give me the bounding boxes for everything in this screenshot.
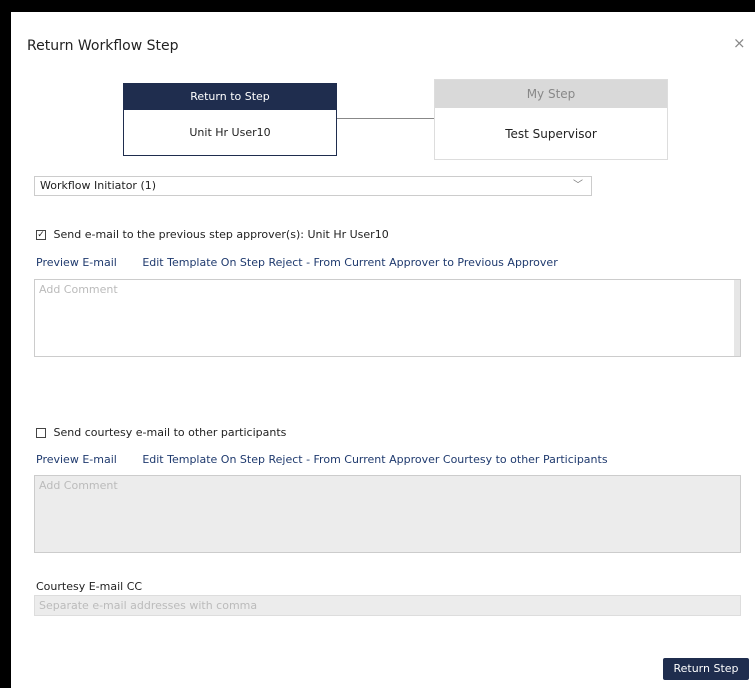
courtesy-preview-email-link[interactable]: Preview E-mail [36,453,117,466]
send-email-links: Preview E-mail Edit Template On Step Rej… [36,256,558,269]
return-step-select[interactable]: Workflow Initiator (1) ﹀ [34,176,592,196]
return-step-select-value: Workflow Initiator (1) [40,179,157,192]
courtesy-edit-template-link[interactable]: Edit Template On Step Reject - From Curr… [142,453,607,466]
return-workflow-dialog: Return Workflow Step × Return to Step Un… [11,12,755,688]
return-to-step-header: Return to Step [124,84,336,110]
send-email-label: Send e-mail to the previous step approve… [53,228,389,241]
courtesy-email-row: Send courtesy e-mail to other participan… [36,426,286,439]
return-to-step-card: Return to Step Unit Hr User10 [123,83,337,156]
preview-email-link[interactable]: Preview E-mail [36,256,117,269]
my-step-card: My Step Test Supervisor [434,79,668,160]
courtesy-email-label: Send courtesy e-mail to other participan… [53,426,287,439]
return-to-step-name: Unit Hr User10 [189,126,271,139]
edit-template-link[interactable]: Edit Template On Step Reject - From Curr… [142,256,557,269]
comment-scrollbar[interactable] [734,280,740,356]
comment-placeholder: Add Comment [39,283,118,296]
courtesy-email-links: Preview E-mail Edit Template On Step Rej… [36,453,608,466]
courtesy-cc-label: Courtesy E-mail CC [36,580,143,593]
send-email-checkbox[interactable]: ✓ [36,230,46,240]
courtesy-email-checkbox[interactable] [36,428,46,438]
dialog-title: Return Workflow Step [27,38,179,54]
send-email-row: ✓ Send e-mail to the previous step appro… [36,228,389,241]
chevron-down-icon: ﹀ [573,180,583,191]
return-step-button[interactable]: Return Step [663,658,749,680]
courtesy-cc-placeholder: Separate e-mail addresses with comma [39,599,258,612]
comment-textarea[interactable]: Add Comment [34,279,741,357]
courtesy-comment-textarea[interactable]: Add Comment [34,475,741,553]
courtesy-cc-input[interactable]: Separate e-mail addresses with comma [34,595,741,616]
courtesy-comment-placeholder: Add Comment [39,479,118,492]
my-step-name: Test Supervisor [505,127,597,141]
my-step-header: My Step [435,80,667,108]
step-connector-line [337,118,434,119]
close-icon[interactable]: × [733,34,746,52]
